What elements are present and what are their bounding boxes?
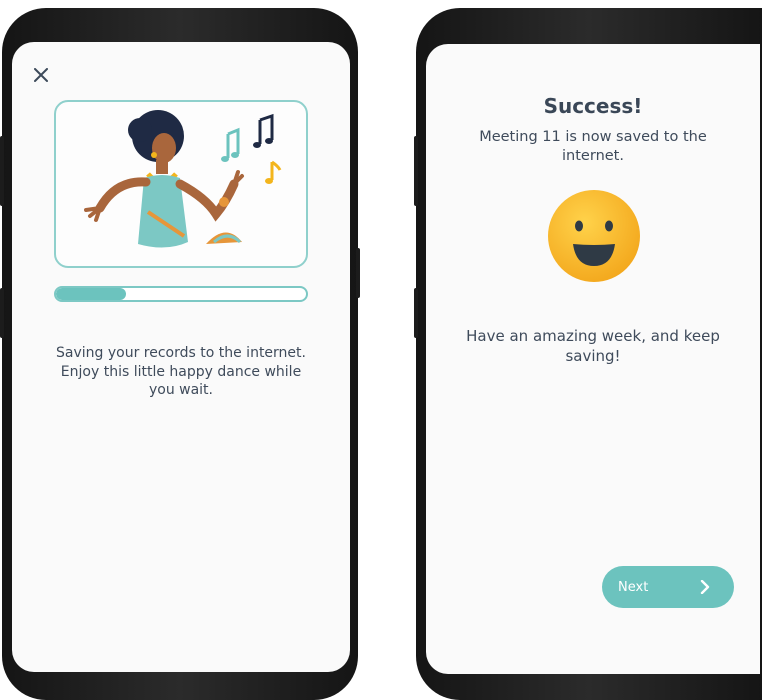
week-message: Have an amazing week, and keep saving!: [466, 327, 720, 365]
next-button-label: Next: [618, 579, 649, 595]
phone-side-button: [356, 248, 360, 298]
success-screen: Success! Meeting 11 is now saved to the …: [426, 44, 760, 674]
music-note-icon: [253, 113, 274, 148]
next-button[interactable]: Next: [602, 566, 734, 608]
music-note-icon: [221, 127, 240, 162]
music-note-icon: [265, 160, 282, 184]
phone-side-button: [0, 288, 4, 338]
progress-fill: [56, 288, 126, 300]
phone-frame-left: Saving your records to the internet. Enj…: [0, 8, 360, 700]
phone-side-button: [0, 136, 4, 206]
smiley-face-icon: [548, 190, 640, 282]
chevron-right-icon: [700, 580, 710, 594]
illustration-card: [54, 100, 308, 268]
saved-message: Meeting 11 is now saved to the internet.: [479, 129, 707, 164]
phone-side-button: [414, 288, 418, 338]
phone-frame-right: Success! Meeting 11 is now saved to the …: [414, 8, 762, 700]
success-title: Success!: [543, 94, 643, 118]
dancing-woman-illustration: [84, 110, 282, 248]
close-icon: [34, 68, 48, 82]
close-button[interactable]: [30, 64, 52, 86]
phone-side-button: [414, 136, 418, 206]
saving-message: Saving your records to the internet. Enj…: [56, 345, 306, 398]
upload-progress-bar: [54, 286, 308, 302]
saving-screen: Saving your records to the internet. Enj…: [12, 42, 350, 672]
